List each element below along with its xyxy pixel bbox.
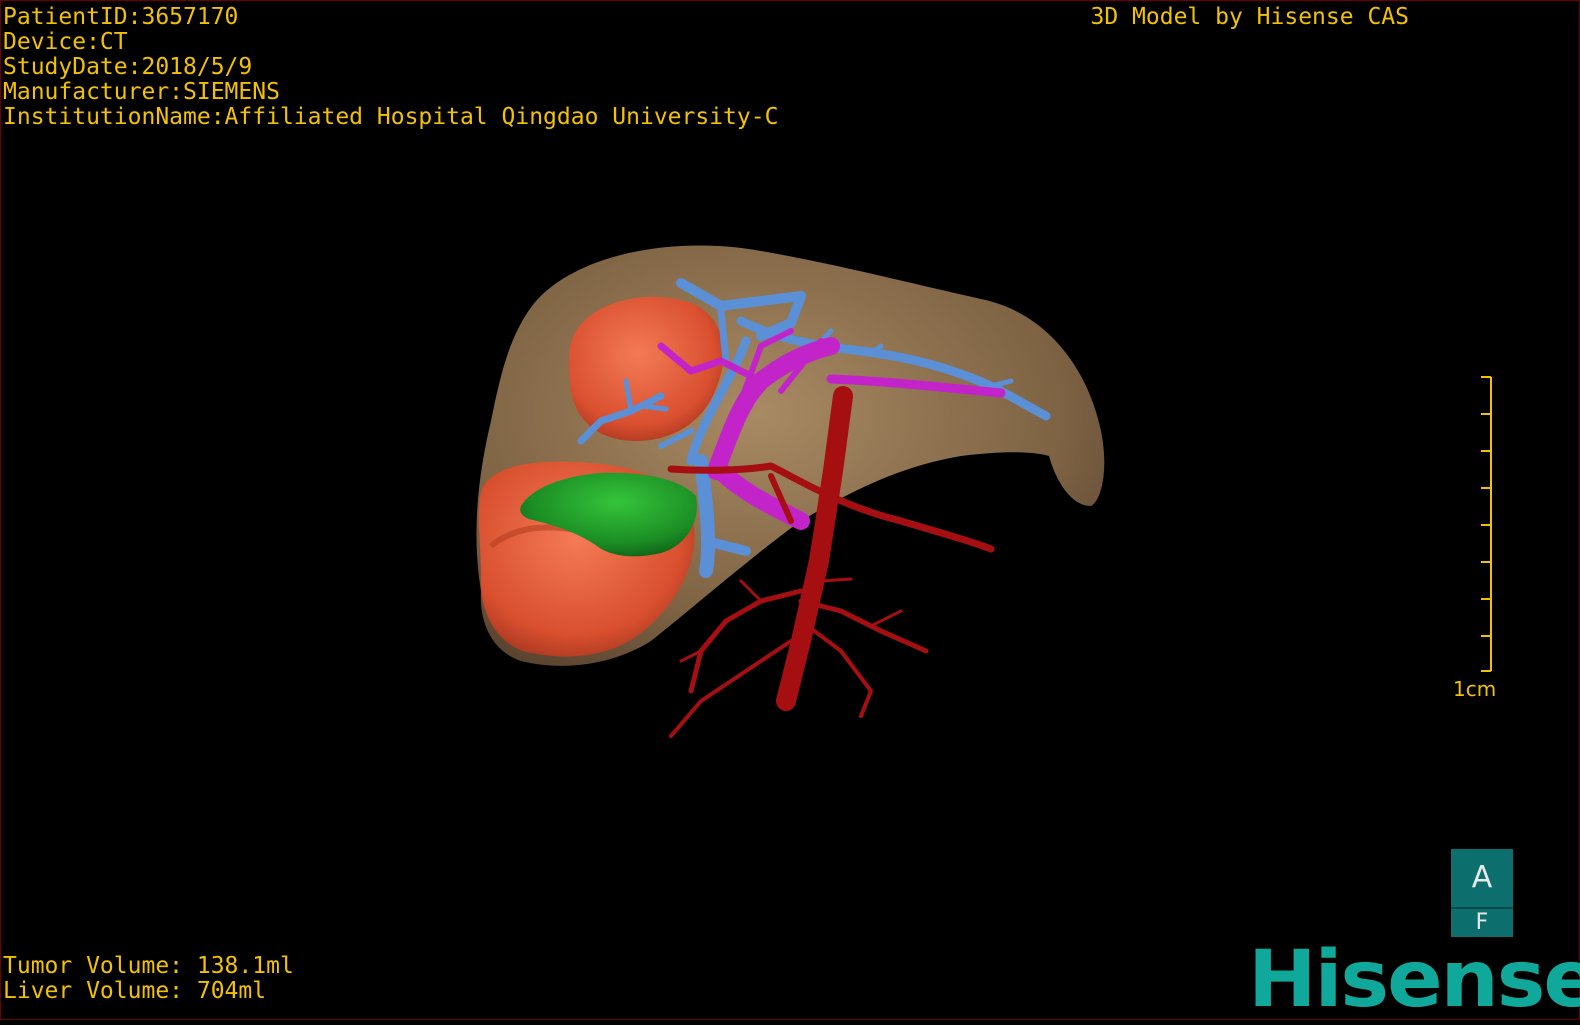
orientation-anterior-face[interactable]: A [1451,849,1513,909]
volume-info-overlay: Tumor Volume: 138.1ml Liver Volume: 704ml [3,954,294,1004]
manufacturer-text: Manufacturer:SIEMENS [3,79,280,105]
dicom-info-overlay: PatientID:3657170 Device:CT StudyDate:2018… [3,5,778,130]
study-date-text: StudyDate:2018/5/9 [3,54,253,80]
scale-bar-label: 1cm [1453,677,1497,701]
patient-id-text: PatientID:3657170 [3,4,239,30]
liver-3d-model[interactable] [1,1,1580,1021]
orientation-foot-face[interactable]: F [1451,909,1513,937]
device-text: Device:CT [3,29,128,55]
hisense-logo: Hisense [1248,935,1580,1025]
tumor-volume-text: Tumor Volume: 138.1ml [3,953,294,979]
institution-text: InstitutionName:Affiliated Hospital Qing… [3,104,779,130]
model-credit-text: 3D Model by Hisense CAS [1090,4,1410,30]
liver-volume-text: Liver Volume: 704ml [3,978,267,1004]
3d-viewport[interactable]: PatientID:3657170 Device:CT StudyDate:2018… [0,0,1580,1020]
scale-bar [1481,376,1492,672]
orientation-indicator[interactable]: A F [1451,849,1513,937]
